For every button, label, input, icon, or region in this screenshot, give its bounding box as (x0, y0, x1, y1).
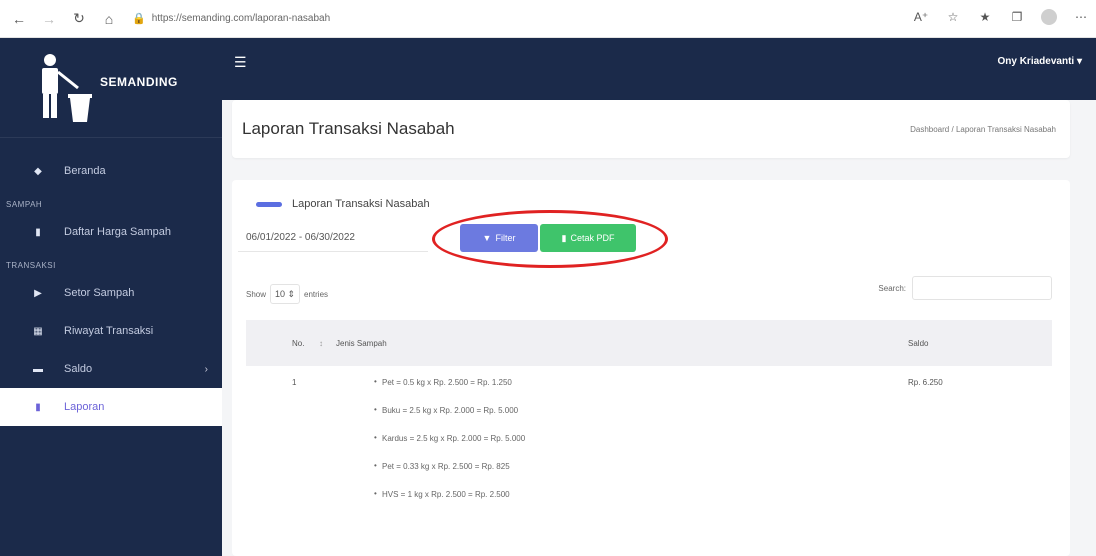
sidebar-section-sampah: SAMPAH (6, 200, 43, 209)
waste-item: HVS = 1 kg x Rp. 2.500 = Rp. 2.500 (336, 489, 902, 518)
trash-person-logo-icon (30, 50, 96, 126)
sidebar: SEMANDING ◆ Beranda SAMPAH ▮ Daftar Harg… (0, 38, 222, 556)
profile-icon[interactable] (1040, 8, 1058, 26)
entries-value: 10 (274, 289, 285, 299)
sort-icon[interactable]: ↕ (306, 320, 336, 366)
file-icon: ▮ (561, 232, 567, 243)
filter-button[interactable]: ▼ Filter (460, 224, 538, 252)
sidebar-item-label: Saldo (64, 363, 93, 375)
report-icon: ▮ (35, 401, 41, 413)
title-accent-bar (256, 201, 282, 207)
sidebar-item-label: Riwayat Transaksi (64, 325, 154, 337)
sidebar-item-beranda[interactable]: ◆ Beranda (0, 152, 222, 190)
waste-items-cell: Pet = 0.5 kg x Rp. 2.500 = Rp. 1.250 Buk… (336, 366, 902, 518)
waste-item: Pet = 0.5 kg x Rp. 2.500 = Rp. 1.250 (336, 377, 902, 406)
row-spacer (306, 366, 336, 518)
user-name: Ony Kriadevanti (997, 56, 1075, 67)
breadcrumb-home[interactable]: Dashboard (910, 125, 949, 134)
menu-toggle-icon[interactable]: ☰ (234, 54, 247, 71)
transactions-table: No. ↕ Jenis Sampah Saldo 1 Pet = 0.5 kg … (246, 320, 1052, 518)
read-aloud-icon[interactable]: A⁺ (912, 8, 930, 26)
breadcrumb: Dashboard / Laporan Transaksi Nasabah (910, 125, 1056, 134)
refresh-icon[interactable]: ↻ (68, 8, 90, 30)
breadcrumb-separator: / (951, 124, 954, 134)
wallet-icon: ▬ (33, 363, 43, 375)
row-number: 1 (292, 378, 297, 387)
url-text: https://semanding.com/laporan-nasabah (151, 13, 331, 24)
top-navbar: ☰ Ony Kriadevanti ▾ (222, 38, 1096, 100)
column-header-jenis[interactable]: Jenis Sampah (336, 320, 902, 366)
sidebar-item-setor-sampah[interactable]: ▶ Setor Sampah (0, 274, 222, 312)
show-entries: Show 10 ⇕ entries (246, 284, 328, 304)
waste-item: Kardus = 2.5 kg x Rp. 2.000 = Rp. 5.000 (336, 433, 902, 462)
date-range-input[interactable]: 06/01/2022 - 06/30/2022 (238, 224, 428, 252)
favorites-icon[interactable]: ★ (976, 8, 994, 26)
sidebar-item-label: Setor Sampah (64, 287, 135, 299)
entries-select[interactable]: 10 ⇕ (270, 284, 301, 304)
back-icon[interactable]: ← (8, 8, 30, 30)
bookmark-icon[interactable]: ☆ (944, 8, 962, 26)
print-pdf-button[interactable]: ▮ Cetak PDF (540, 224, 636, 252)
sidebar-item-label: Beranda (64, 165, 106, 177)
table-header-row: No. ↕ Jenis Sampah Saldo (246, 320, 1052, 366)
saldo-cell: Rp. 6.250 (908, 378, 943, 387)
collections-icon[interactable]: ❐ (1008, 8, 1026, 26)
sidebar-item-riwayat[interactable]: ▦ Riwayat Transaksi (0, 312, 222, 350)
search-label: Search: (878, 283, 906, 293)
more-icon[interactable]: ⋯ (1072, 8, 1090, 26)
waste-item: Pet = 0.33 kg x Rp. 2.500 = Rp. 825 (336, 461, 902, 490)
browser-toolbar: ← → ↻ ⌂ 🔒 https://semanding.com/laporan-… (0, 0, 1096, 38)
page-title: Laporan Transaksi Nasabah (242, 119, 455, 138)
waste-item: Buku = 2.5 kg x Rp. 2.000 = Rp. 5.000 (336, 405, 902, 434)
forward-icon[interactable]: → (38, 8, 60, 30)
truck-icon: ▶ (34, 287, 42, 299)
sidebar-section-transaksi: TRANSAKSI (6, 261, 56, 270)
sidebar-item-saldo[interactable]: ▬ Saldo › (0, 350, 222, 388)
report-card: Laporan Transaksi Nasabah 06/01/2022 - 0… (232, 180, 1070, 556)
filter-icon: ▼ (482, 233, 492, 243)
filter-label: Filter (495, 233, 516, 243)
entries-label: entries (304, 289, 329, 299)
breadcrumb-current: Laporan Transaksi Nasabah (955, 124, 1056, 134)
search-group: Search: (878, 276, 1052, 300)
sidebar-item-label: Laporan (64, 401, 105, 413)
brand[interactable]: SEMANDING (0, 38, 222, 138)
dashboard-icon: ◆ (34, 165, 42, 177)
chevron-right-icon: › (204, 363, 208, 375)
show-label: Show (246, 289, 267, 299)
column-header-saldo[interactable]: Saldo (902, 320, 1052, 366)
address-bar[interactable]: 🔒 https://semanding.com/laporan-nasabah (132, 12, 330, 25)
search-input[interactable] (912, 276, 1052, 300)
table-row: 1 Pet = 0.5 kg x Rp. 2.500 = Rp. 1.250 B… (246, 366, 1052, 518)
sidebar-item-label: Daftar Harga Sampah (64, 226, 171, 238)
lock-icon: 🔒 (132, 13, 146, 25)
home-icon[interactable]: ⌂ (98, 8, 120, 30)
trash-icon: ▮ (35, 226, 41, 238)
page-header: Laporan Transaksi Nasabah Dashboard / La… (232, 100, 1070, 158)
sidebar-item-daftar-harga[interactable]: ▮ Daftar Harga Sampah (0, 213, 222, 251)
card-title-text: Laporan Transaksi Nasabah (292, 198, 430, 210)
user-menu[interactable]: Ony Kriadevanti ▾ (997, 56, 1082, 67)
pdf-label: Cetak PDF (570, 233, 615, 243)
brand-name: SEMANDING (100, 74, 178, 89)
card-title: Laporan Transaksi Nasabah (256, 198, 430, 210)
sidebar-item-laporan[interactable]: ▮ Laporan (0, 388, 222, 426)
column-header-no[interactable]: No. (246, 320, 306, 366)
receipt-icon: ▦ (33, 325, 43, 337)
